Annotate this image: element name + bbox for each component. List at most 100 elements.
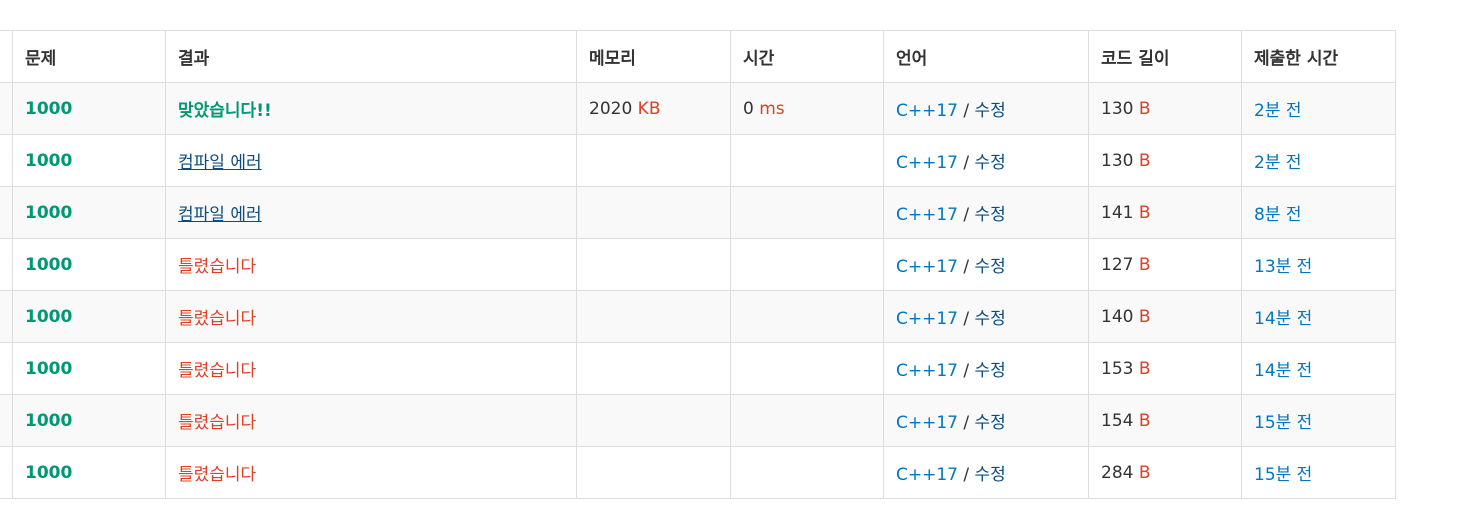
header-row: 문제 결과 메모리 시간 언어 코드 길이 제출한 시간 bbox=[0, 30, 1396, 83]
problem-link[interactable]: 1000 bbox=[25, 411, 72, 431]
language-separator: / bbox=[958, 413, 975, 433]
language-separator: / bbox=[958, 309, 975, 329]
code-length-unit: B bbox=[1138, 306, 1151, 327]
problem-link[interactable]: 1000 bbox=[25, 99, 72, 119]
problem-cell: 1000 bbox=[12, 82, 166, 135]
problem-cell: 1000 bbox=[12, 186, 166, 239]
header-time: 시간 bbox=[730, 30, 884, 83]
header-memory: 메모리 bbox=[576, 30, 731, 83]
submitted-time-link[interactable]: 15분 전 bbox=[1254, 413, 1312, 433]
edit-link[interactable]: 수정 bbox=[975, 101, 1006, 121]
language-cell: C++17 / 수정 bbox=[883, 186, 1089, 239]
status-table: 문제 결과 메모리 시간 언어 코드 길이 제출한 시간 1000 맞았습니다!!… bbox=[0, 30, 1396, 499]
result-cell: 컴파일 에러 bbox=[165, 186, 577, 239]
submitted-time-link[interactable]: 2분 전 bbox=[1254, 101, 1302, 121]
result-text: 틀렸습니다 bbox=[178, 413, 257, 433]
edit-link[interactable]: 수정 bbox=[975, 465, 1006, 485]
problem-cell: 1000 bbox=[12, 238, 166, 291]
edit-link[interactable]: 수정 bbox=[975, 361, 1006, 381]
row-cut-cell bbox=[0, 342, 13, 395]
submitted-time-link[interactable]: 13분 전 bbox=[1254, 257, 1312, 277]
submitted-time-link[interactable]: 2분 전 bbox=[1254, 153, 1302, 173]
table-row: 1000 맞았습니다!! 2020 KB 0 ms C++17 / 수정 130 B 2분 … bbox=[0, 82, 1396, 135]
code-length-value: 140 bbox=[1101, 306, 1134, 327]
time-cell bbox=[730, 342, 884, 395]
language-cell: C++17 / 수정 bbox=[883, 238, 1089, 291]
language-link[interactable]: C++17 bbox=[896, 309, 958, 329]
table-row: 1000 컴파일 에러 C++17 / 수정 141 B 8분 전 bbox=[0, 186, 1396, 239]
problem-link[interactable]: 1000 bbox=[25, 255, 72, 275]
language-link[interactable]: C++17 bbox=[896, 361, 958, 381]
table-row: 1000 컴파일 에러 C++17 / 수정 130 B 2분 전 bbox=[0, 134, 1396, 187]
memory-cell bbox=[576, 290, 731, 343]
header-language: 언어 bbox=[883, 30, 1089, 83]
language-link[interactable]: C++17 bbox=[896, 205, 958, 225]
language-separator: / bbox=[958, 205, 975, 225]
submitted-time-link[interactable]: 14분 전 bbox=[1254, 309, 1312, 329]
time-cell bbox=[730, 394, 884, 447]
problem-link[interactable]: 1000 bbox=[25, 463, 72, 483]
time-value: 0 bbox=[743, 98, 754, 119]
problem-link[interactable]: 1000 bbox=[25, 359, 72, 379]
memory-cell bbox=[576, 446, 731, 499]
result-text: 틀렸습니다 bbox=[178, 465, 257, 485]
memory-cell: 2020 KB bbox=[576, 82, 731, 135]
row-cut-cell bbox=[0, 82, 13, 135]
result-text: 틀렸습니다 bbox=[178, 309, 257, 329]
table-row: 1000 틀렸습니다 C++17 / 수정 154 B 15분 전 bbox=[0, 394, 1396, 447]
language-cell: C++17 / 수정 bbox=[883, 446, 1089, 499]
problem-link[interactable]: 1000 bbox=[25, 151, 72, 171]
compile-error-link[interactable]: 컴파일 에러 bbox=[178, 153, 262, 173]
time-cell bbox=[730, 186, 884, 239]
submitted-time-cell: 14분 전 bbox=[1241, 290, 1396, 343]
table-row: 1000 틀렸습니다 C++17 / 수정 153 B 14분 전 bbox=[0, 342, 1396, 395]
result-cell: 틀렸습니다 bbox=[165, 446, 577, 499]
problem-link[interactable]: 1000 bbox=[25, 307, 72, 327]
memory-cell bbox=[576, 134, 731, 187]
edit-link[interactable]: 수정 bbox=[975, 153, 1006, 173]
row-cut-cell bbox=[0, 134, 13, 187]
language-link[interactable]: C++17 bbox=[896, 257, 958, 277]
time-cell bbox=[730, 134, 884, 187]
edit-link[interactable]: 수정 bbox=[975, 205, 1006, 225]
submitted-time-link[interactable]: 8분 전 bbox=[1254, 205, 1302, 225]
code-length-cell: 140 B bbox=[1088, 290, 1242, 343]
row-cut-cell bbox=[0, 446, 13, 499]
submitted-time-link[interactable]: 14분 전 bbox=[1254, 361, 1312, 381]
edit-link[interactable]: 수정 bbox=[975, 413, 1006, 433]
code-length-unit: B bbox=[1138, 254, 1151, 275]
language-link[interactable]: C++17 bbox=[896, 413, 958, 433]
table-row: 1000 틀렸습니다 C++17 / 수정 127 B 13분 전 bbox=[0, 238, 1396, 291]
time-cell bbox=[730, 290, 884, 343]
submitted-time-link[interactable]: 15분 전 bbox=[1254, 465, 1312, 485]
table-row: 1000 틀렸습니다 C++17 / 수정 140 B 14분 전 bbox=[0, 290, 1396, 343]
problem-cell: 1000 bbox=[12, 394, 166, 447]
submitted-time-cell: 13분 전 bbox=[1241, 238, 1396, 291]
language-cell: C++17 / 수정 bbox=[883, 290, 1089, 343]
row-cut-cell bbox=[0, 290, 13, 343]
compile-error-link[interactable]: 컴파일 에러 bbox=[178, 205, 262, 225]
result-text: 틀렸습니다 bbox=[178, 361, 257, 381]
edit-link[interactable]: 수정 bbox=[975, 257, 1006, 277]
row-cut-cell bbox=[0, 394, 13, 447]
code-length-value: 130 bbox=[1101, 150, 1134, 171]
edit-link[interactable]: 수정 bbox=[975, 309, 1006, 329]
code-length-value: 154 bbox=[1101, 410, 1134, 431]
code-length-value: 284 bbox=[1101, 462, 1134, 483]
language-link[interactable]: C++17 bbox=[896, 465, 958, 485]
submitted-time-cell: 8분 전 bbox=[1241, 186, 1396, 239]
language-link[interactable]: C++17 bbox=[896, 153, 958, 173]
submitted-time-cell: 2분 전 bbox=[1241, 134, 1396, 187]
header-submitted-time: 제출한 시간 bbox=[1241, 30, 1396, 83]
problem-link[interactable]: 1000 bbox=[25, 203, 72, 223]
time-cell bbox=[730, 238, 884, 291]
header-code-length: 코드 길이 bbox=[1088, 30, 1242, 83]
language-separator: / bbox=[958, 465, 975, 485]
time-cell bbox=[730, 446, 884, 499]
memory-cell bbox=[576, 342, 731, 395]
time-unit: ms bbox=[759, 98, 785, 119]
header-problem: 문제 bbox=[12, 30, 166, 83]
header-cut-column bbox=[0, 30, 13, 83]
code-length-value: 141 bbox=[1101, 202, 1134, 223]
language-link[interactable]: C++17 bbox=[896, 101, 958, 121]
